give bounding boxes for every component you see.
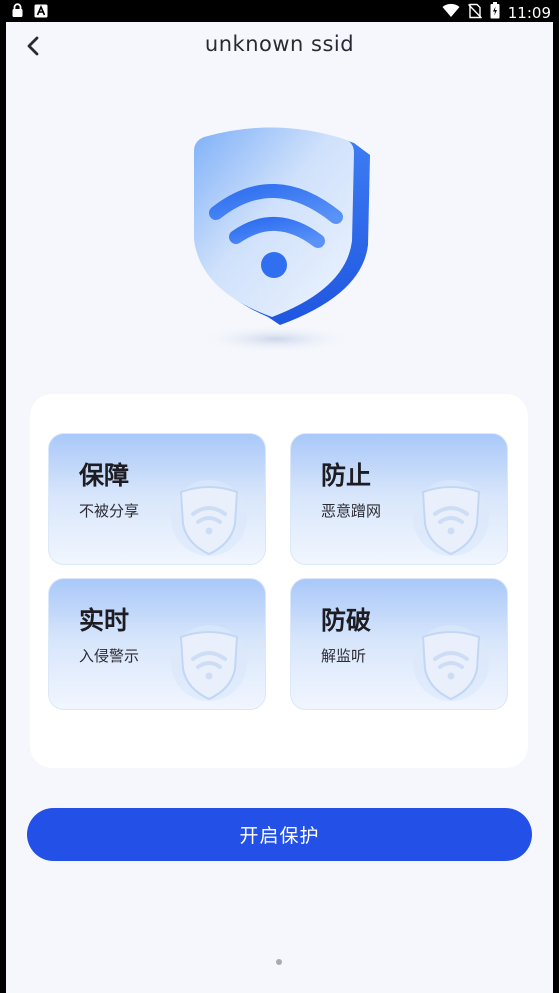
clock: 11:09 xyxy=(507,3,551,22)
feature-subtitle: 解监听 xyxy=(321,647,367,665)
feature-title: 实时 xyxy=(79,606,130,635)
wifi-shield-icon xyxy=(413,625,489,701)
status-bar: 11:09 xyxy=(0,0,559,22)
wifi-icon xyxy=(442,3,460,22)
feature-title: 防止 xyxy=(321,461,372,490)
feature-card-anti-eavesdrop: 防破 解监听 xyxy=(290,578,508,710)
enable-protection-button[interactable]: 开启保护 xyxy=(27,808,532,861)
features-panel: 保障 不被分享 防止 恶意蹭网 实时 入侵警示 防破 解监听 xyxy=(30,394,528,768)
battery-icon xyxy=(490,2,500,23)
lock-icon xyxy=(11,3,24,22)
page-title: unknown ssid xyxy=(204,32,355,56)
a-badge-icon xyxy=(34,3,48,22)
no-sim-icon xyxy=(467,3,482,23)
feature-card-share-protection: 保障 不被分享 xyxy=(48,433,266,565)
feature-card-intrusion-alert: 实时 入侵警示 xyxy=(48,578,266,710)
hero-shield-illustration xyxy=(176,117,386,357)
wifi-shield-icon xyxy=(413,480,489,556)
feature-card-anti-freeload: 防止 恶意蹭网 xyxy=(290,433,508,565)
wifi-shield-icon xyxy=(171,625,247,701)
app-screen: unknown ssid 保障 不被分享 防止 恶意蹭网 实时 入侵警示 防破 … xyxy=(6,22,553,993)
feature-subtitle: 入侵警示 xyxy=(79,647,140,665)
wifi-shield-icon xyxy=(171,480,247,556)
top-bar: unknown ssid xyxy=(6,22,553,72)
feature-title: 保障 xyxy=(79,461,130,490)
feature-subtitle: 不被分享 xyxy=(79,502,140,520)
feature-subtitle: 恶意蹭网 xyxy=(321,502,382,520)
wifi-shield-icon xyxy=(194,127,370,353)
page-indicator-dot xyxy=(276,959,282,965)
feature-title: 防破 xyxy=(321,606,372,635)
